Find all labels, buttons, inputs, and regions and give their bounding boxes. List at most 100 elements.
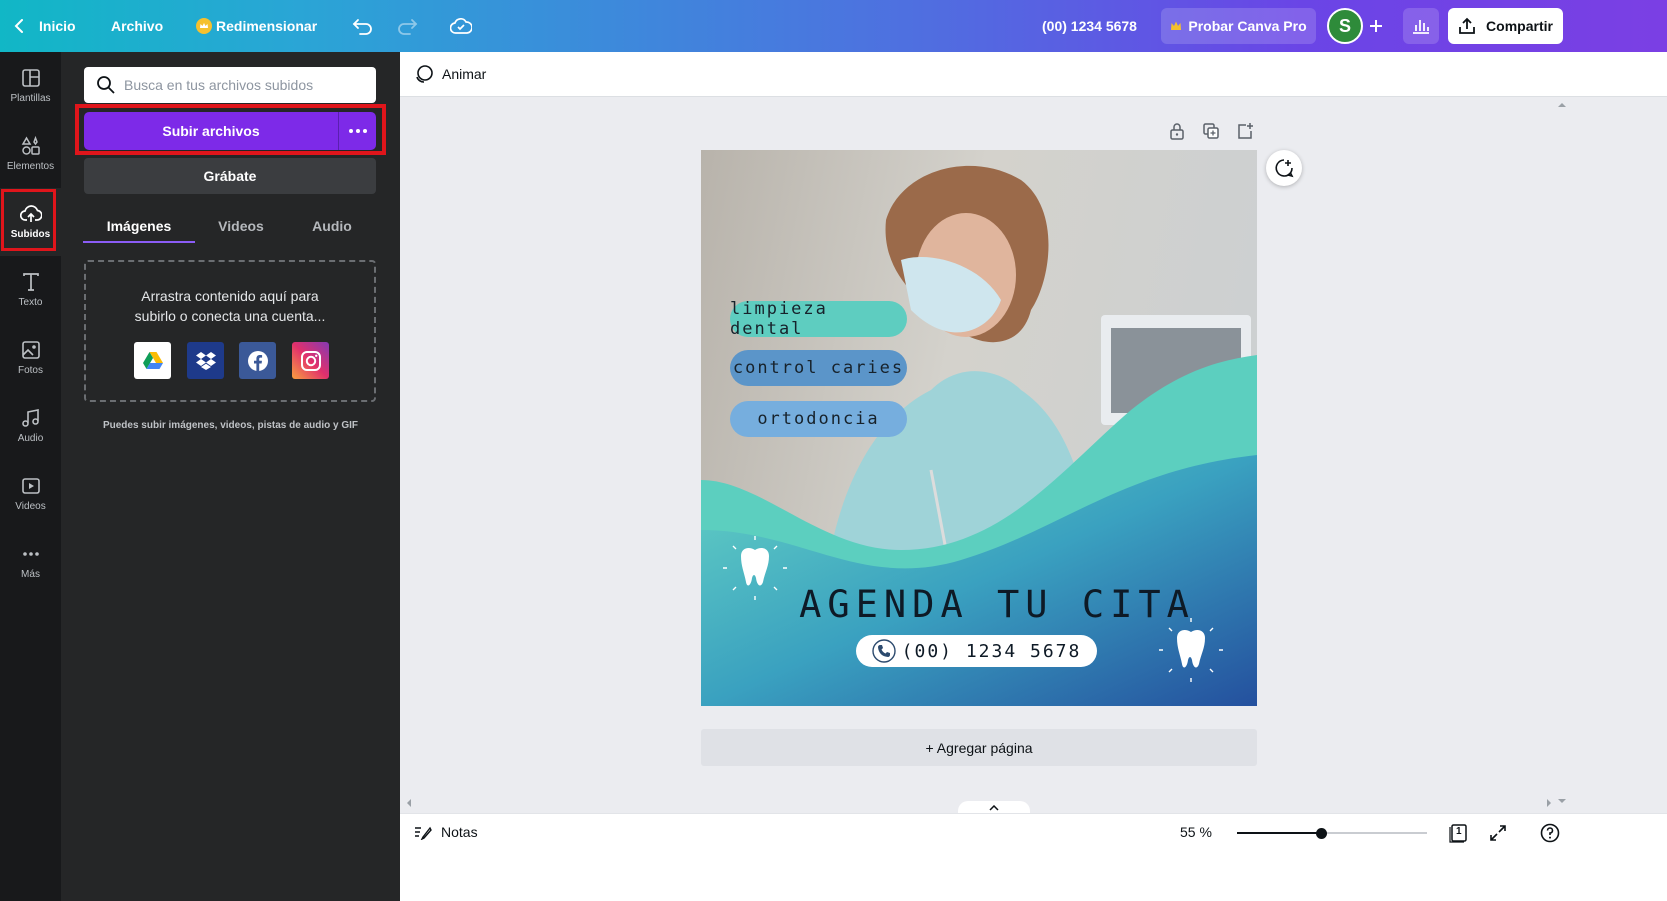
instagram-icon: [300, 350, 321, 371]
redo-icon: [398, 19, 418, 35]
insights-button[interactable]: [1403, 8, 1439, 44]
page-number: 1: [1456, 826, 1462, 837]
rail-label: Fotos: [17, 365, 43, 376]
upload-hint: Puedes subir imágenes, videos, pistas de…: [102, 420, 359, 431]
animate-button[interactable]: Animar: [414, 64, 486, 84]
share-button[interactable]: Compartir: [1448, 8, 1563, 44]
rail-label: Elementos: [6, 161, 55, 172]
notes-button[interactable]: Notas: [414, 824, 478, 840]
highlight-box: [1, 189, 56, 251]
file-menu[interactable]: Archivo: [111, 0, 163, 52]
rail-label: Texto: [18, 297, 43, 308]
tab-audio[interactable]: Audio: [287, 210, 377, 242]
facebook-icon: [247, 350, 268, 371]
connect-instagram[interactable]: [292, 342, 329, 379]
fullscreen-icon[interactable]: [1489, 824, 1507, 842]
tab-images[interactable]: Imágenes: [83, 210, 195, 242]
audio-icon: [21, 409, 39, 427]
undo-button[interactable]: [352, 0, 374, 52]
service-pill[interactable]: control caries: [730, 350, 907, 386]
upload-dropzone[interactable]: Arrastra contenido aquí para subirlo o c…: [84, 260, 376, 402]
chevron-left-icon: [14, 19, 23, 33]
context-toolbar: Animar: [400, 52, 1667, 97]
add-page-label: + Agregar página: [925, 739, 1033, 756]
page-count-button[interactable]: 1: [1449, 823, 1469, 843]
add-page-icon[interactable]: [1236, 122, 1254, 140]
crown-icon: [1171, 21, 1182, 30]
left-rail: Plantillas Elementos Subidos Texto Fotos…: [0, 52, 61, 901]
plus-icon: [1370, 20, 1382, 32]
cloud-save-status[interactable]: [450, 0, 472, 52]
add-comment-button[interactable]: [1266, 150, 1302, 186]
headline[interactable]: AGENDA TU CITA: [701, 583, 1257, 626]
duplicate-page-icon[interactable]: [1202, 122, 1220, 140]
rail-item-photos[interactable]: Fotos: [0, 324, 61, 392]
try-pro-button[interactable]: Probar Canva Pro: [1161, 8, 1316, 44]
connect-google-drive[interactable]: [134, 342, 171, 379]
google-drive-icon: [142, 351, 163, 369]
rail-item-elements[interactable]: Elementos: [0, 120, 61, 188]
bar-chart-icon: [1413, 20, 1429, 34]
phone-text: (00) 1234 5678: [901, 640, 1082, 662]
add-member-button[interactable]: [1364, 14, 1388, 38]
upload-label: Subir archivos: [162, 123, 260, 139]
phone-pill[interactable]: (00) 1234 5678: [856, 635, 1097, 667]
rail-item-audio[interactable]: Audio: [0, 392, 61, 460]
top-bar: Inicio Archivo Redimensionar (00) 1234 5…: [0, 0, 1667, 52]
avatar[interactable]: S: [1327, 8, 1363, 44]
scroll-up-icon[interactable]: [1557, 100, 1567, 110]
search-box[interactable]: Busca en tus archivos subidos: [84, 67, 376, 103]
phone-icon: [871, 639, 896, 663]
file-label: Archivo: [111, 18, 164, 34]
photos-icon: [21, 341, 40, 359]
service-pill[interactable]: limpieza dental: [730, 299, 907, 339]
upload-files-button[interactable]: Subir archivos: [84, 112, 338, 150]
text-icon: [22, 273, 39, 291]
add-page-button[interactable]: + Agregar página: [701, 729, 1257, 766]
redo-button[interactable]: [396, 0, 418, 52]
scroll-right-icon[interactable]: [1544, 798, 1554, 808]
uploads-panel: Busca en tus archivos subidos Subir arch…: [61, 52, 400, 901]
help-icon[interactable]: [1540, 823, 1560, 843]
connect-dropbox[interactable]: [187, 342, 224, 379]
upload-options-button[interactable]: [339, 112, 376, 150]
dropzone-text: Arrastra contenido aquí para subirlo o c…: [86, 286, 374, 326]
chevron-up-icon: [989, 805, 999, 811]
search-input[interactable]: Busca en tus archivos subidos: [124, 77, 313, 93]
scroll-down-icon[interactable]: [1557, 796, 1567, 806]
share-icon: [1459, 17, 1475, 34]
tab-videos[interactable]: Videos: [195, 210, 287, 242]
dropzone-line: subirlo o conecta una cuenta...: [134, 308, 326, 324]
lock-icon[interactable]: [1168, 122, 1186, 140]
rail-label: Más: [21, 569, 40, 580]
cloud-check-icon: [450, 18, 472, 34]
bottom-bar: Notas 55 % 1: [400, 813, 1667, 901]
record-yourself-button[interactable]: Grábate: [84, 158, 376, 194]
comment-add-icon: [1275, 159, 1294, 178]
rail-label: Videos: [15, 501, 46, 512]
resize-button[interactable]: Redimensionar: [196, 0, 317, 52]
service-pill[interactable]: ortodoncia: [730, 401, 907, 437]
zoom-slider-fill: [1237, 832, 1321, 834]
more-horizontal-icon: [348, 129, 367, 133]
connect-facebook[interactable]: [239, 342, 276, 379]
animate-label: Animar: [442, 66, 487, 82]
zoom-slider-thumb[interactable]: [1315, 828, 1327, 839]
design-title-text: (00) 1234 5678: [1042, 18, 1137, 34]
crown-icon: [196, 18, 212, 34]
rail-item-more[interactable]: Más: [0, 528, 61, 596]
design-title[interactable]: (00) 1234 5678: [1042, 0, 1137, 52]
undo-icon: [352, 19, 372, 35]
home-link[interactable]: Inicio: [14, 0, 76, 52]
rail-item-templates[interactable]: Plantillas: [0, 52, 61, 120]
rail-item-videos[interactable]: Videos: [0, 460, 61, 528]
upload-button-group: Subir archivos: [84, 112, 376, 150]
design-canvas[interactable]: limpieza dental control caries ortodonci…: [701, 150, 1257, 706]
avatar-initial: S: [1338, 15, 1351, 36]
zoom-value[interactable]: 55 %: [1180, 824, 1212, 840]
scroll-left-icon[interactable]: [404, 798, 414, 808]
active-tab-indicator: [83, 241, 195, 243]
notes-icon: [415, 826, 432, 840]
rail-item-text[interactable]: Texto: [0, 256, 61, 324]
vertical-scrollbar[interactable]: [1556, 100, 1567, 803]
